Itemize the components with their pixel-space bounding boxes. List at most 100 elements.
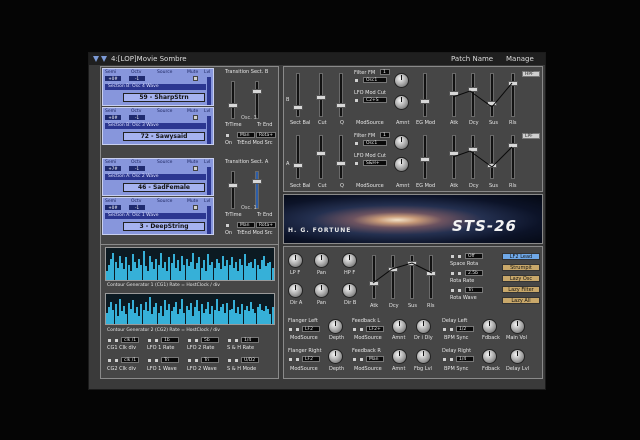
option-button[interactable] (295, 357, 300, 362)
lp-f-knob[interactable] (288, 253, 303, 268)
option-button[interactable] (359, 327, 364, 332)
cut-slider[interactable] (319, 135, 323, 179)
option-button[interactable] (442, 327, 447, 332)
octv-value[interactable]: -1 (129, 115, 145, 120)
option-button[interactable] (234, 358, 239, 363)
mute-button[interactable] (193, 76, 198, 81)
option-button[interactable] (288, 327, 293, 332)
preset-button[interactable]: Strumpit (502, 264, 540, 271)
semi-value[interactable]: +0# (105, 76, 121, 81)
option-button[interactable] (147, 358, 152, 363)
fm-source-select[interactable]: Osc1 (363, 77, 387, 83)
slider-cap[interactable] (293, 163, 303, 168)
feedback-amount-knob[interactable] (392, 349, 407, 364)
sh-mode-select[interactable]: U/D2 (241, 357, 259, 363)
slider-cap[interactable] (420, 157, 430, 162)
rota-button[interactable] (457, 271, 462, 276)
trend-slider[interactable] (255, 171, 259, 209)
wave-name[interactable]: 59 - SharpStrn (123, 93, 205, 102)
lfo-source-select[interactable]: S&H+ (363, 160, 387, 166)
filter-type-select[interactable]: HPF (522, 71, 540, 77)
trtime-slider[interactable] (231, 171, 235, 209)
hp-f-knob[interactable] (342, 253, 357, 268)
rota-rate-select[interactable]: 2.5b (465, 270, 483, 276)
depth-knob[interactable] (328, 319, 343, 334)
option-button[interactable] (194, 358, 199, 363)
slider-cap[interactable] (316, 95, 326, 100)
option-button[interactable] (114, 338, 119, 343)
space-button[interactable] (450, 254, 455, 259)
option-button[interactable] (107, 338, 112, 343)
rota-button[interactable] (450, 288, 455, 293)
trend-slider[interactable] (255, 81, 259, 119)
sect-bal-slider[interactable] (296, 135, 300, 179)
option-button[interactable] (194, 338, 199, 343)
feedback-source-select[interactable]: Man (366, 356, 384, 362)
option-button[interactable] (114, 358, 119, 363)
wave-name[interactable]: 3 - DeepString (123, 222, 205, 231)
slider-cap[interactable] (336, 103, 346, 108)
cg2-clk-select[interactable]: clk /1 (121, 357, 139, 363)
mute-button[interactable] (193, 166, 198, 171)
rota-button[interactable] (450, 271, 455, 276)
arrow-down-icon[interactable] (93, 56, 99, 62)
option-button[interactable] (187, 338, 192, 343)
lfo2-rate-select[interactable]: 5b (201, 337, 219, 343)
cg1-clk-select[interactable]: clk /1 (121, 337, 139, 343)
fbg-lvl-knob[interactable] (416, 349, 431, 364)
manage-button[interactable]: Manage (506, 53, 534, 65)
level-slider[interactable] (207, 206, 211, 234)
lfo1-wave-select[interactable]: Tri (161, 357, 179, 363)
option-button[interactable] (449, 327, 454, 332)
slider-cap[interactable] (252, 89, 262, 94)
wave-name[interactable]: 72 - Sawysaid (123, 132, 205, 141)
flanger-source-select[interactable]: LF2 (302, 356, 320, 362)
option-button[interactable] (234, 338, 239, 343)
option-button[interactable] (227, 338, 232, 343)
preset-button[interactable]: Lazy All (502, 297, 540, 304)
slider-cap[interactable] (228, 103, 238, 108)
cg2-graph[interactable] (105, 293, 275, 325)
octv-value[interactable]: -1 (129, 76, 145, 81)
delay-lvl-knob[interactable] (510, 349, 525, 364)
semi-value[interactable]: +7# (105, 166, 121, 171)
feedback-amount-knob[interactable] (392, 319, 407, 334)
feedback-source-select[interactable]: LF2+ (366, 326, 384, 332)
fdback-knob[interactable] (482, 349, 497, 364)
level-slider[interactable] (207, 77, 211, 105)
cg1-graph[interactable] (105, 247, 275, 281)
mute-button[interactable] (193, 115, 198, 120)
fdback-knob[interactable] (482, 319, 497, 334)
depth-knob[interactable] (328, 349, 343, 364)
arrow-down-icon[interactable] (101, 56, 107, 62)
on-button[interactable] (225, 133, 230, 138)
program-name[interactable]: 4:[LOP]Movie Sombre (111, 53, 187, 65)
fm-source-select[interactable]: Osc1 (363, 140, 387, 146)
patch-name-label[interactable]: Patch Name (451, 53, 493, 65)
preset-button[interactable]: Lazy Filter (502, 286, 540, 293)
semi-value[interactable]: +0# (105, 205, 121, 210)
mode-select[interactable]: Man (237, 132, 255, 138)
fm-button[interactable] (354, 141, 359, 146)
mod-source-select[interactable]: Rota+ (256, 132, 276, 138)
option-button[interactable] (154, 358, 159, 363)
level-slider[interactable] (207, 116, 211, 144)
option-button[interactable] (288, 357, 293, 362)
q-slider[interactable] (339, 135, 343, 179)
octv-value[interactable]: -1 (129, 166, 145, 171)
option-button[interactable] (442, 357, 447, 362)
rota-button[interactable] (457, 288, 462, 293)
dir-b-knob[interactable] (342, 283, 357, 298)
slider-cap[interactable] (316, 151, 326, 156)
slider-cap[interactable] (336, 161, 346, 166)
pan-knob[interactable] (314, 253, 329, 268)
sect-bal-slider[interactable] (296, 73, 300, 117)
space-button[interactable] (457, 254, 462, 259)
option-button[interactable] (187, 358, 192, 363)
option-button[interactable] (352, 327, 357, 332)
pan-knob[interactable] (314, 283, 329, 298)
eg-mod-slider[interactable] (423, 73, 427, 117)
mod-source-select[interactable]: Rota+ (256, 222, 276, 228)
lfo1-rate-select[interactable]: 1b (161, 337, 179, 343)
dir-a-knob[interactable] (288, 283, 303, 298)
